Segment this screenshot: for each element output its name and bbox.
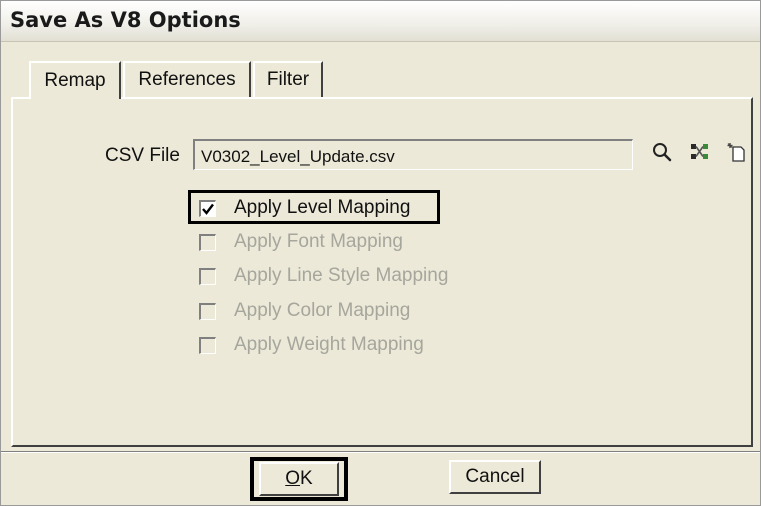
ok-button[interactable]: OK: [259, 462, 339, 496]
csv-file-field[interactable]: V0302_Level_Update.csv: [193, 139, 633, 170]
title-bar[interactable]: Save As V8 Options: [1, 1, 760, 42]
apply-weight-mapping-option: Apply Weight Mapping: [199, 331, 424, 359]
apply-color-mapping-checkbox: [199, 302, 216, 320]
apply-weight-mapping-checkbox: [199, 336, 216, 354]
apply-font-mapping-option: Apply Font Mapping: [199, 228, 403, 256]
tab-references-label: References: [138, 69, 236, 90]
cancel-button-label: Cancel: [465, 466, 525, 487]
mapping-icon[interactable]: [686, 137, 714, 167]
tab-remap-label: Remap: [44, 70, 106, 91]
apply-line-style-mapping-checkbox: [199, 267, 216, 285]
window-title: Save As V8 Options: [10, 8, 241, 32]
save-as-v8-options-dialog: Save As V8 Options Remap References Filt…: [0, 0, 761, 506]
apply-color-mapping-label: Apply Color Mapping: [234, 300, 411, 321]
highlight-frame: [188, 190, 440, 224]
tab-filter[interactable]: Filter: [253, 61, 323, 97]
new-file-icon[interactable]: [723, 137, 751, 167]
tab-filter-label: Filter: [266, 69, 310, 90]
search-icon[interactable]: [648, 137, 676, 167]
tab-remap[interactable]: Remap: [29, 61, 121, 99]
tab-references[interactable]: References: [123, 61, 251, 97]
csv-file-label: CSV File: [105, 145, 180, 166]
divider: [1, 451, 760, 453]
apply-font-mapping-label: Apply Font Mapping: [234, 231, 403, 252]
apply-line-style-mapping-label: Apply Line Style Mapping: [234, 265, 449, 286]
ok-button-label: OK: [285, 468, 313, 489]
apply-weight-mapping-label: Apply Weight Mapping: [234, 334, 424, 355]
apply-line-style-mapping-option: Apply Line Style Mapping: [199, 262, 448, 290]
apply-font-mapping-checkbox: [199, 233, 216, 251]
apply-color-mapping-option: Apply Color Mapping: [199, 297, 410, 325]
cancel-button[interactable]: Cancel: [449, 460, 541, 494]
